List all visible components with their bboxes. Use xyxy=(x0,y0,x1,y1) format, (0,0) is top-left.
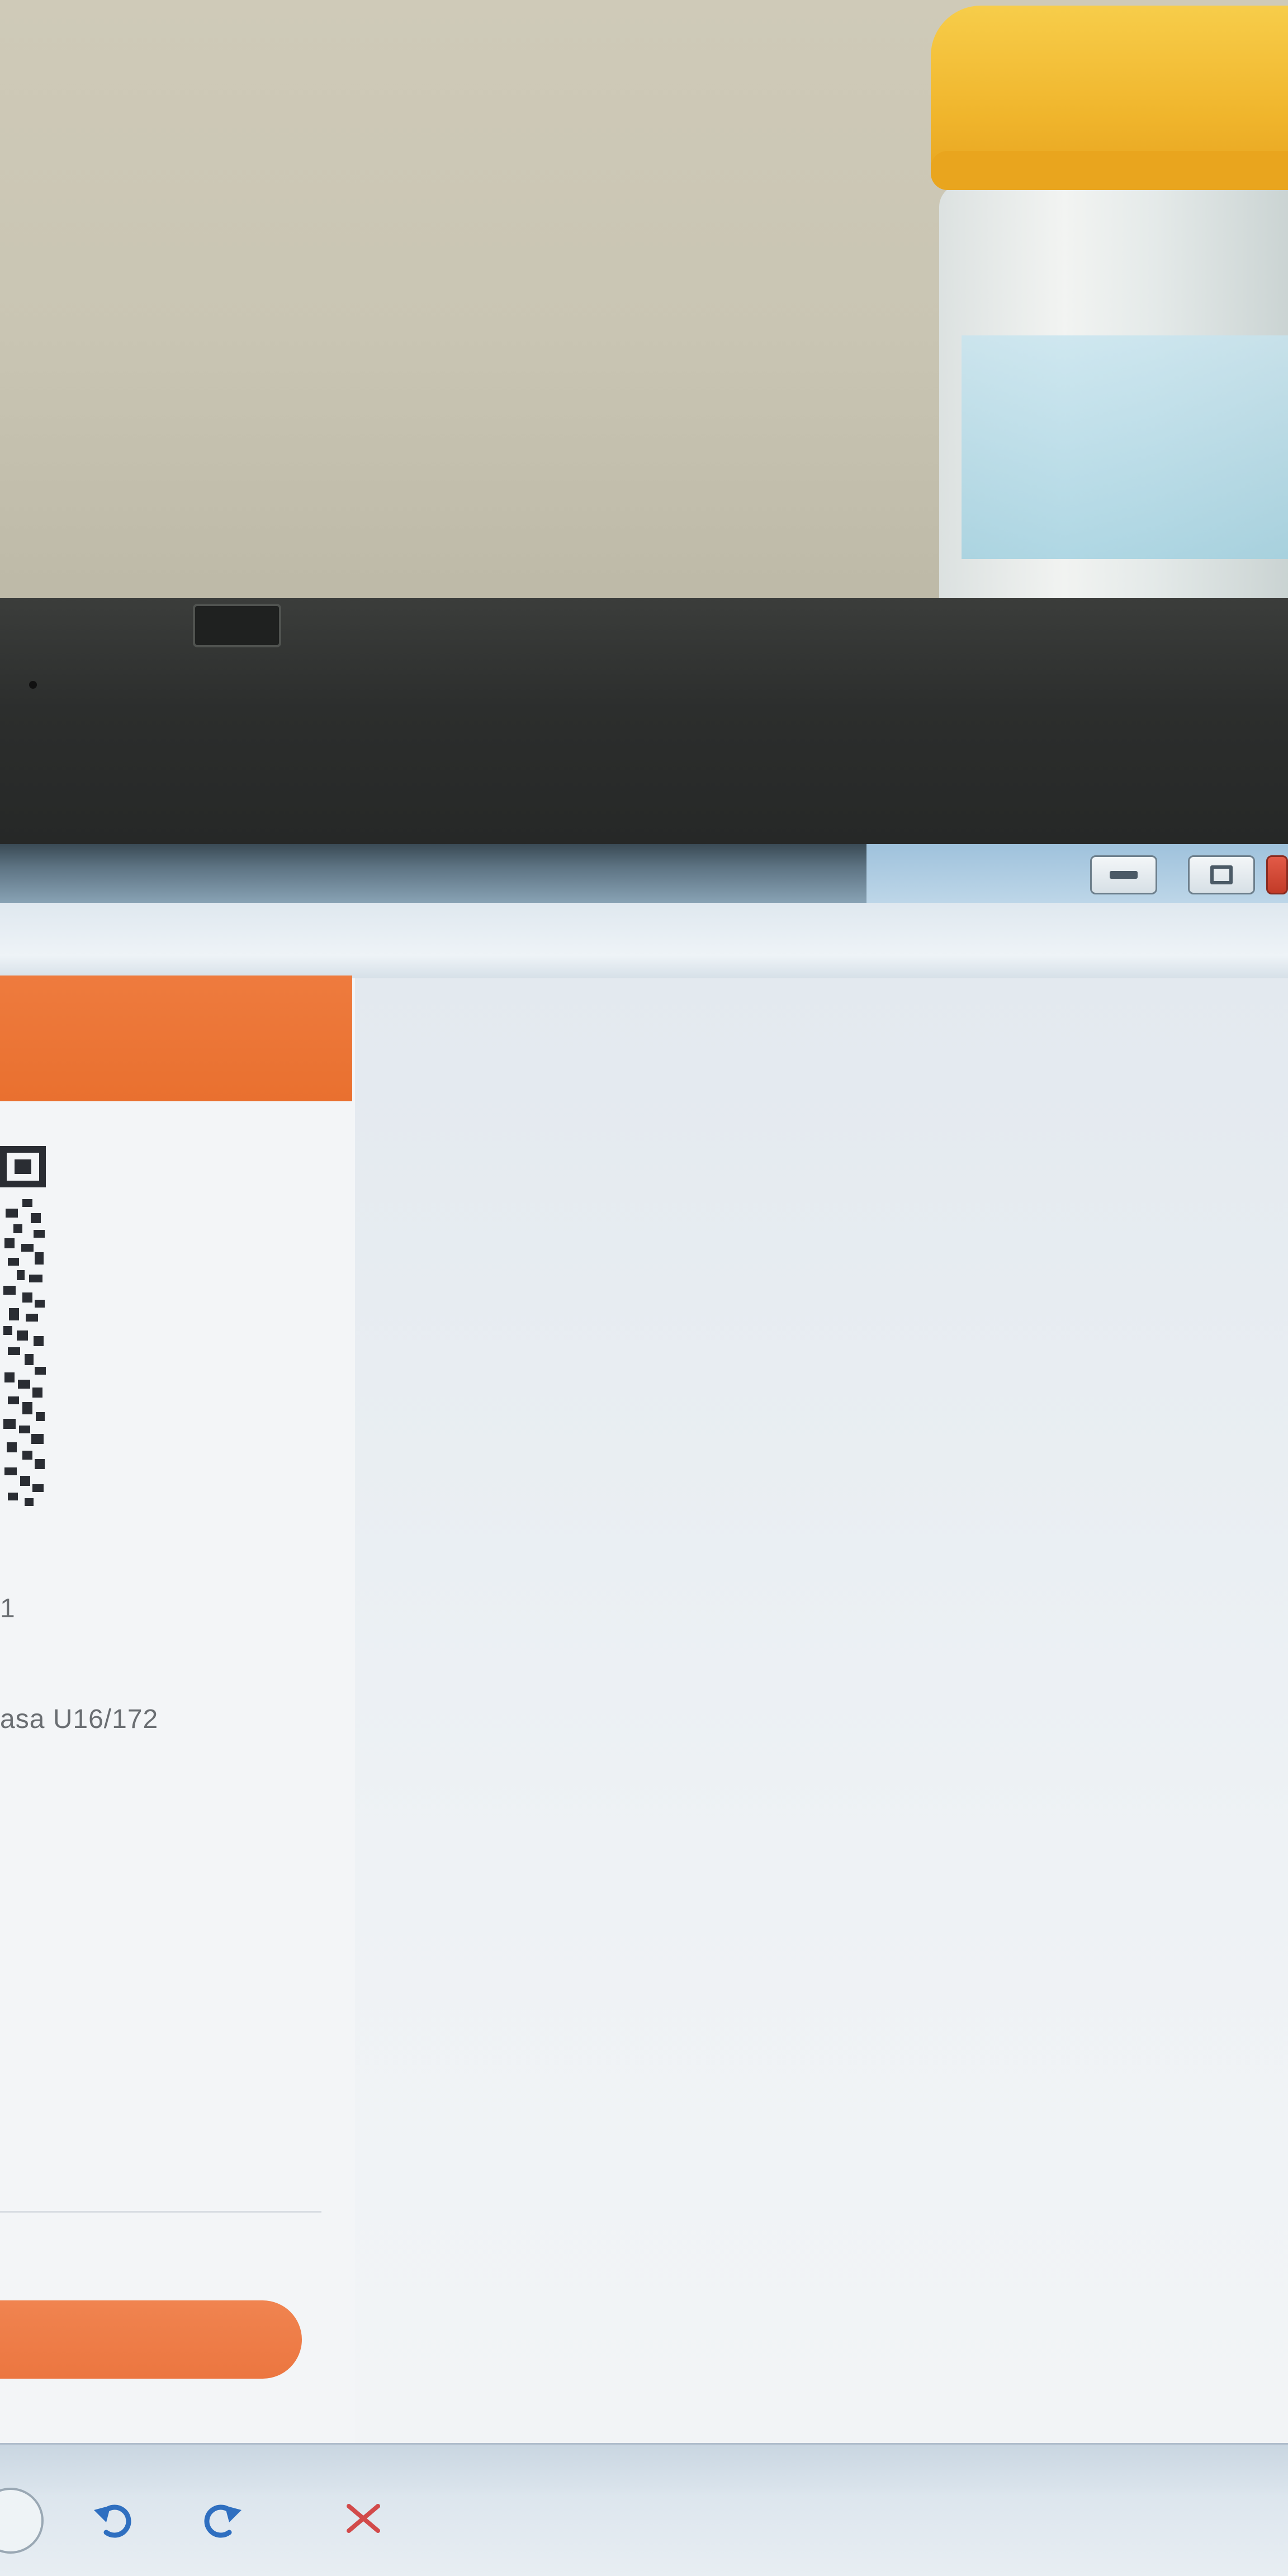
close-button[interactable] xyxy=(1266,855,1288,894)
undo-icon xyxy=(94,2504,131,2538)
maximize-button[interactable] xyxy=(1188,855,1255,894)
info-text-line: asa U16/172 xyxy=(0,1704,159,1734)
undo-button[interactable] xyxy=(87,2490,143,2546)
cancel-button[interactable] xyxy=(335,2490,391,2546)
qr-code-icon xyxy=(0,1146,46,1506)
primary-action-button[interactable] xyxy=(0,2300,302,2379)
minimize-button[interactable] xyxy=(1090,855,1157,894)
photo-scene: 1 asa U16/172 xyxy=(0,0,1288,2576)
close-x-icon xyxy=(347,2504,380,2533)
container-lid-band xyxy=(931,151,1288,190)
redo-icon xyxy=(204,2504,242,2538)
container-water xyxy=(962,335,1288,559)
info-text-line: 1 xyxy=(0,1594,16,1623)
redo-button[interactable] xyxy=(193,2490,249,2546)
laptop-latch xyxy=(193,604,281,647)
browser-toolbar xyxy=(0,903,1288,980)
right-panel xyxy=(355,978,1288,2443)
divider xyxy=(0,2211,321,2213)
minimize-icon xyxy=(1110,871,1138,879)
orange-header-banner xyxy=(0,976,352,1101)
maximize-icon xyxy=(1210,865,1233,884)
webcam-icon xyxy=(29,681,37,689)
